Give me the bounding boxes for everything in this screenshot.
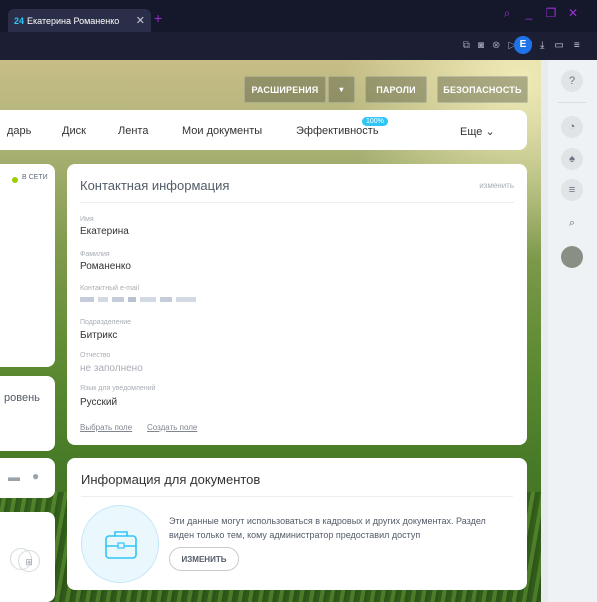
level-label: ровень — [4, 392, 40, 404]
notification-language-value: Русский — [80, 397, 118, 408]
screenshot-icon[interactable]: ⧉ — [463, 40, 470, 51]
choose-field-link[interactable]: Выбрать поле — [80, 423, 132, 432]
right-sidebar: ? ◔ ♠ ≡ ⌕ — [548, 60, 597, 602]
profile-avatar[interactable]: E — [514, 36, 532, 54]
passwords-button[interactable]: ПАРОЛИ — [365, 76, 427, 103]
apple-icon: ● — [32, 469, 40, 483]
documents-info-text: Эти данные могут использоваться в кадров… — [169, 516, 486, 540]
first-name-label: Имя — [80, 216, 94, 223]
page-scrollbar[interactable] — [541, 60, 548, 602]
divider — [80, 202, 514, 203]
divider — [558, 102, 586, 103]
new-tab-icon[interactable]: + — [154, 10, 162, 26]
create-field-link[interactable]: Создать поле — [147, 423, 197, 432]
nav-more[interactable]: Еще ⌄ — [460, 125, 495, 138]
extensions-dropdown-button[interactable]: ▾ — [328, 76, 355, 103]
search-tabs-icon[interactable]: ⌕ — [496, 6, 518, 21]
last-name-value: Романенко — [80, 261, 131, 272]
download-icon[interactable]: ⤓ — [540, 40, 544, 51]
timeman-icon[interactable]: ◔ — [561, 116, 583, 138]
department-label: Подразделение — [80, 319, 132, 326]
profile-nav: дарь Диск Лента Мои документы Эффективно… — [0, 110, 527, 150]
tab-title: Екатерина Романенко — [27, 15, 120, 26]
menu-icon[interactable]: ≡ — [574, 40, 580, 51]
notification-language-label: Язык для уведомлений — [80, 385, 156, 392]
security-button[interactable]: БЕЗОПАСНОСТЬ — [437, 76, 528, 103]
contact-info-card: Контактная информация изменить Имя Екате… — [67, 164, 527, 445]
window-controls: ⌕ _ ❐ ✕ — [496, 6, 584, 21]
documents-info-card: Информация для документов Эти данные мог… — [67, 458, 527, 590]
email-value-redacted — [80, 297, 196, 302]
adblock-icon[interactable]: ⊗ — [492, 40, 500, 51]
nav-calendar[interactable]: дарь — [7, 125, 31, 137]
briefcase-icon — [81, 505, 159, 583]
camera-icon[interactable]: ◙ — [478, 40, 484, 51]
nav-efficiency[interactable]: Эффективность — [296, 125, 379, 137]
apps-card: ▬ ● — [0, 458, 55, 498]
documents-info-title: Информация для документов — [81, 472, 261, 487]
first-name-value: Екатерина — [80, 226, 129, 237]
structure-icon[interactable]: ⊞ — [18, 550, 40, 572]
email-label: Контактный e-mail — [80, 285, 140, 292]
close-window-icon[interactable]: ✕ — [562, 6, 584, 21]
browser-tab[interactable]: 24 Екатерина Романенко ✕ — [8, 9, 151, 32]
minimize-icon[interactable]: _ — [518, 6, 540, 21]
divider — [81, 496, 513, 497]
online-status: В СЕТИ — [22, 174, 48, 181]
restore-icon[interactable]: ❐ — [540, 6, 562, 21]
online-status-dot — [12, 177, 18, 183]
user-avatar[interactable] — [561, 246, 583, 268]
browser-titlebar: 24 Екатерина Романенко ✕ + ⌕ _ ❐ ✕ — [0, 0, 597, 32]
nav-more-label: Еще — [460, 126, 483, 138]
last-name-label: Фамилия — [80, 251, 110, 258]
contact-info-title: Контактная информация — [80, 178, 230, 193]
patronymic-label: Отчество — [80, 352, 111, 359]
nav-disk[interactable]: Диск — [62, 125, 86, 137]
search-icon[interactable]: ⌕ — [561, 212, 583, 234]
profile-photo-card — [0, 164, 55, 367]
help-icon[interactable]: ? — [561, 70, 583, 92]
browser-toolbar-right: ⤓ ▭ ≡ — [540, 40, 580, 51]
nav-my-documents[interactable]: Мои документы — [182, 125, 262, 137]
documents-edit-button[interactable]: ИЗМЕНИТЬ — [169, 547, 239, 571]
contact-edit-link[interactable]: изменить — [479, 181, 514, 190]
efficiency-badge: 100% — [362, 117, 388, 126]
chevron-down-icon: ⌄ — [485, 126, 495, 138]
battery-icon[interactable]: ▭ — [554, 40, 563, 51]
patronymic-value: не заполнено — [80, 363, 143, 374]
page-background: РАСШИРЕНИЯ ▾ ПАРОЛИ БЕЗОПАСНОСТЬ дарь Ди… — [0, 60, 548, 602]
extensions-button[interactable]: РАСШИРЕНИЯ — [244, 76, 326, 103]
address-bar: ⧉ ◙ ⊗ ▷ ♡ — [0, 32, 597, 60]
level-card: ровень — [0, 376, 55, 451]
close-tab-icon[interactable]: ✕ — [136, 14, 145, 27]
devices-icon: ▬ — [8, 470, 20, 484]
department-value: Битрикс — [80, 330, 118, 341]
notifications-icon[interactable]: ♠ — [561, 148, 583, 170]
nav-feed[interactable]: Лента — [118, 125, 148, 137]
extra-card: ⊞ — [0, 512, 55, 602]
chat-icon[interactable]: ≡ — [561, 179, 583, 201]
bitrix24-favicon-icon: 24 — [14, 15, 25, 26]
